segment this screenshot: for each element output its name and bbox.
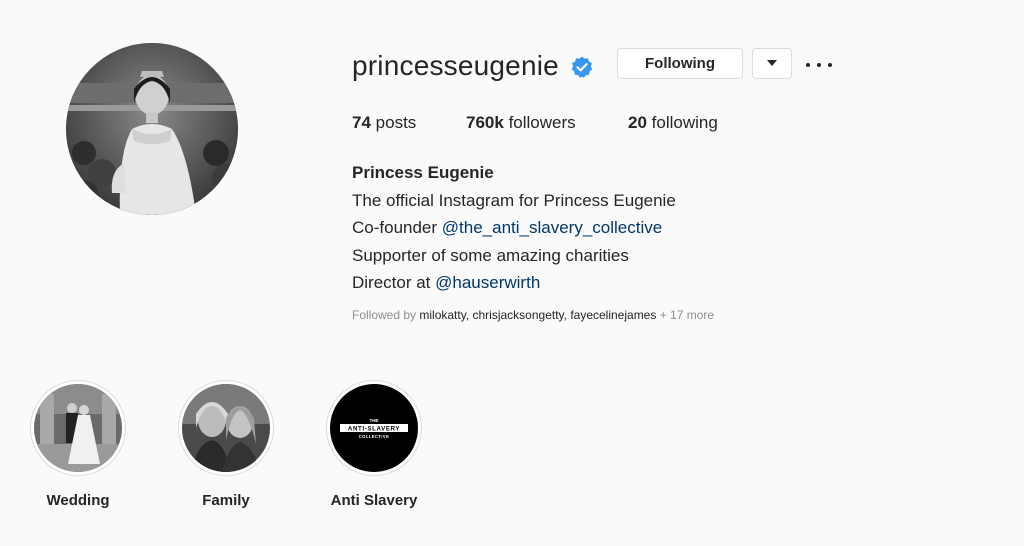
more-dot — [828, 63, 832, 67]
highlight-cover — [34, 384, 122, 472]
bio-text: Director at — [352, 273, 436, 292]
bio-line: Director at @hauserwirth — [352, 269, 676, 297]
following-button[interactable]: Following — [617, 48, 743, 79]
following-label: following — [651, 113, 718, 132]
highlight-label: Family — [202, 492, 250, 509]
cover-text-anti-slavery: ANTI-SLAVERY — [348, 426, 401, 433]
highlight-anti-slavery[interactable]: THE ANTI-SLAVERY COLLECTIVE Anti Slavery — [326, 380, 422, 509]
profile-username: princesseugenie — [352, 50, 559, 81]
hauserwirth-link[interactable]: @hauserwirth — [435, 273, 540, 292]
following-stat[interactable]: 20 following — [628, 113, 718, 133]
highlight-ring — [30, 380, 126, 476]
followers-stat[interactable]: 760k followers — [466, 113, 576, 133]
highlight-ring — [178, 380, 274, 476]
more-dot — [806, 63, 810, 67]
highlight-wedding[interactable]: Wedding — [30, 380, 126, 509]
highlight-cover: THE ANTI-SLAVERY COLLECTIVE — [330, 384, 418, 472]
followed-by[interactable]: Followed by milokatty, chrisjacksongetty… — [352, 308, 714, 322]
cover-text-collective: COLLECTIVE — [359, 434, 390, 439]
suggested-accounts-dropdown-button[interactable] — [752, 48, 792, 79]
chevron-down-icon — [767, 60, 777, 66]
cover-text-the: THE — [370, 418, 379, 423]
following-count: 20 — [628, 113, 647, 132]
followers-count: 760k — [466, 113, 504, 132]
bio-text: Co-founder — [352, 218, 442, 237]
profile-bio: Princess Eugenie The official Instagram … — [352, 159, 676, 297]
highlight-label: Anti Slavery — [330, 492, 418, 509]
followed-by-prefix: Followed by — [352, 308, 420, 322]
posts-stat: 74 posts — [352, 113, 416, 133]
followers-label: followers — [508, 113, 576, 132]
profile-avatar[interactable] — [66, 43, 238, 215]
more-dot — [817, 63, 821, 67]
profile-full-name: Princess Eugenie — [352, 163, 494, 182]
anti-slavery-collective-link[interactable]: @the_anti_slavery_collective — [442, 218, 662, 237]
bio-line: Co-founder @the_anti_slavery_collective — [352, 214, 676, 242]
highlight-ring: THE ANTI-SLAVERY COLLECTIVE — [326, 380, 422, 476]
highlight-family[interactable]: Family — [178, 380, 274, 509]
anti-slavery-cover-logo: THE ANTI-SLAVERY COLLECTIVE — [330, 384, 418, 472]
wedding-cover-photo — [34, 384, 122, 472]
verified-badge-icon — [571, 56, 593, 78]
bio-line: Supporter of some amazing charities — [352, 245, 629, 265]
posts-count: 74 — [352, 113, 371, 132]
family-cover-photo — [182, 384, 270, 472]
highlight-cover — [182, 384, 270, 472]
highlight-label: Wedding — [46, 492, 110, 509]
posts-label: posts — [375, 113, 417, 132]
followed-by-more: + 17 more — [656, 308, 715, 322]
avatar-photo — [66, 43, 238, 215]
more-options-icon[interactable] — [806, 58, 832, 72]
bio-line: The official Instagram for Princess Euge… — [352, 190, 676, 210]
followed-by-users: milokatty, chrisjacksongetty, fayeceline… — [419, 308, 657, 322]
